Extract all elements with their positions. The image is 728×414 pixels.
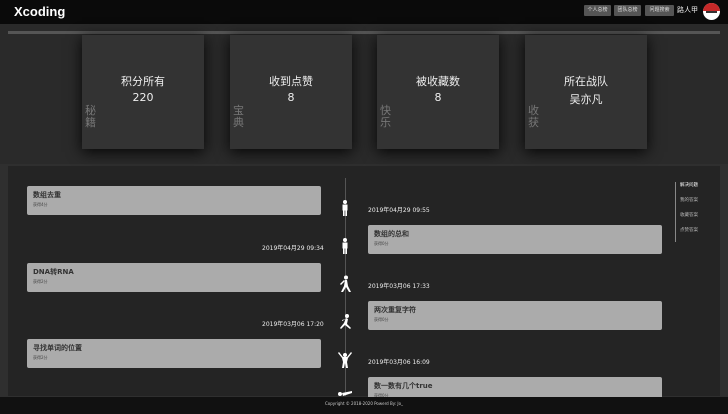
item-date: 2019年04月29 09:34	[262, 245, 324, 252]
stat-title: 积分所有	[121, 75, 165, 88]
item-score: 获得0分	[374, 317, 389, 322]
user-name[interactable]: 路人甲	[677, 5, 698, 15]
nav-team-ranking-button[interactable]: 团队总榜	[614, 5, 641, 16]
item-title: 数组的总和	[374, 230, 409, 238]
timeline-item[interactable]: 寻找单词的位置 获得2分	[27, 339, 321, 368]
stat-card-points: 积分所有 220 秘籍	[82, 35, 204, 149]
stat-title: 收到点赞	[269, 75, 313, 88]
stat-vertical-label: 快乐	[380, 104, 391, 129]
brand-logo[interactable]: Xcoding	[14, 4, 65, 19]
nav-question-search-button[interactable]: 问题搜索	[645, 5, 674, 16]
item-title: 数一数有几个true	[374, 382, 433, 390]
stat-card-favorites: 被收藏数 8 快乐	[377, 35, 499, 149]
stat-value: 吴亦凡	[569, 93, 603, 106]
nav-personal-ranking-button[interactable]: 个人总榜	[584, 5, 611, 16]
stat-card-likes: 收到点赞 8 宝典	[230, 35, 352, 149]
item-date: 2019年03月06 17:20	[262, 321, 324, 328]
item-score: 获得4分	[33, 202, 48, 207]
pokeball-avatar-icon[interactable]	[703, 3, 720, 20]
stat-vertical-label: 收获	[528, 104, 539, 129]
stat-card-team: 所在战队 吴亦凡 收获	[525, 35, 647, 149]
hero-divider	[8, 31, 720, 34]
top-navbar: Xcoding 个人总榜 团队总榜 问题搜索 路人甲	[0, 0, 728, 24]
stat-value: 220	[132, 91, 154, 104]
item-score: 获得0分	[374, 241, 389, 246]
person-kicking-icon	[340, 314, 351, 329]
stat-vertical-label: 秘籍	[85, 104, 96, 129]
side-navigation: 解决问题 我的答案 收藏答案 点赞答案	[675, 182, 698, 242]
item-title: 数组去重	[33, 191, 61, 199]
copyright-text: Copyright © 2018-2020 Powerd By: Jo_	[324, 401, 404, 406]
item-date: 2019年03月06 16:09	[368, 359, 430, 366]
side-link-favorite-answers[interactable]: 收藏答案	[680, 212, 698, 227]
item-date: 2019年04月29 09:55	[368, 207, 430, 214]
person-walking-icon	[340, 275, 351, 292]
stat-value: 8	[287, 91, 295, 104]
item-title: 两次重复字符	[374, 306, 416, 314]
person-cheering-icon	[338, 352, 352, 368]
timeline-item[interactable]: 数组的总和 获得0分	[368, 225, 662, 254]
side-link-my-answers[interactable]: 我的答案	[680, 197, 698, 212]
page-footer: Copyright © 2018-2020 Powerd By: Jo_	[0, 397, 728, 414]
item-title: DNA转RNA	[33, 268, 74, 276]
item-date: 2019年03月06 17:33	[368, 283, 430, 290]
item-score: 获得2分	[33, 355, 48, 360]
item-title: 寻找单词的位置	[33, 344, 82, 352]
side-link-solve-problems[interactable]: 解决问题	[680, 182, 698, 197]
stat-title: 所在战队	[564, 75, 608, 88]
stat-title: 被收藏数	[416, 75, 460, 88]
person-standing-icon	[342, 238, 348, 254]
timeline-item[interactable]: 数组去重 获得4分	[27, 186, 321, 215]
item-score: 获得2分	[33, 279, 48, 284]
person-standing-icon	[342, 200, 348, 216]
stat-vertical-label: 宝典	[233, 104, 244, 129]
side-link-liked-answers[interactable]: 点赞答案	[680, 227, 698, 242]
stat-value: 8	[434, 91, 442, 104]
timeline-item[interactable]: 两次重复字符 获得0分	[368, 301, 662, 330]
timeline-item[interactable]: DNA转RNA 获得2分	[27, 263, 321, 292]
